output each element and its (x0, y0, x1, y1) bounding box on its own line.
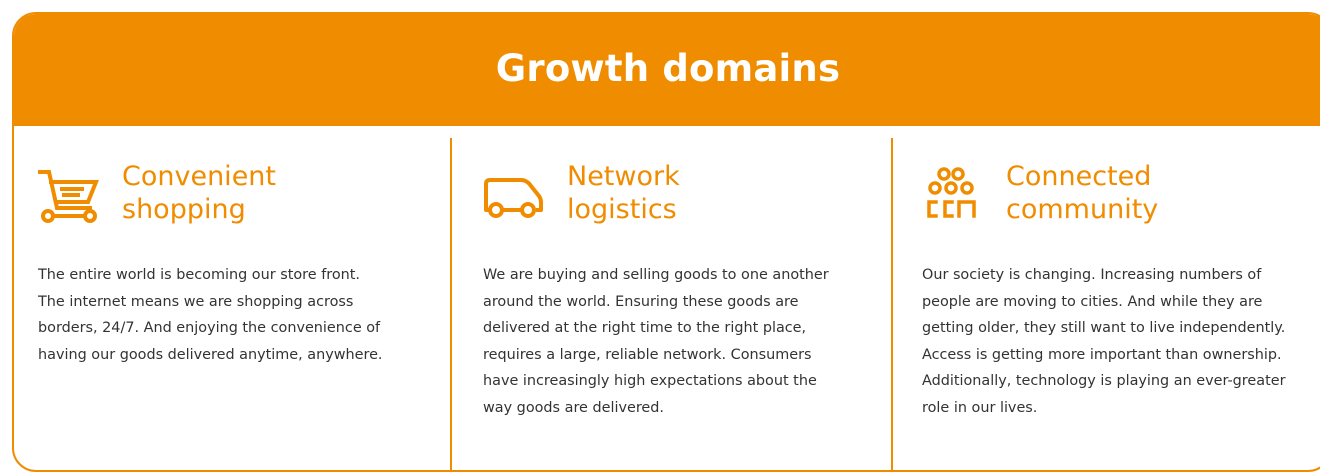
shopping-cart-icon (38, 164, 100, 226)
domain-title: Connected community (1006, 160, 1158, 226)
domain-title: Network logistics (567, 160, 680, 226)
description-line: delivered at the right time to the right… (483, 320, 807, 336)
description-line: Access is getting more important than ow… (922, 346, 1282, 363)
description-line: requires a large, reliable network. Cons… (483, 346, 812, 363)
description-line: The internet means we are shopping acros… (38, 293, 354, 310)
delivery-van-icon (483, 164, 545, 226)
column-divider (891, 138, 893, 470)
domain-column-connected-community: Connected community Our society is chang… (922, 160, 1286, 421)
description-line: way goods are delivered. (483, 399, 664, 416)
domain-title-line: Network (567, 161, 680, 192)
description-line: Additionally, technology is playing an e… (922, 373, 1286, 389)
column-divider (450, 138, 452, 470)
domain-title-line: Convenient (122, 161, 276, 192)
description-line: have increasingly high expectations abou… (483, 373, 817, 389)
domain-title-line: shopping (122, 194, 246, 225)
description-line: people are moving to cities. And while t… (922, 293, 1263, 310)
domain-column-convenient-shopping: Convenient shopping The entire world is … (38, 160, 383, 368)
page-title: Growth domains (495, 46, 841, 90)
domain-title-line: logistics (567, 194, 677, 225)
domain-description: Our society is changing. Increasing numb… (922, 262, 1286, 421)
description-line: The entire world is becoming our store f… (38, 267, 360, 283)
description-line: borders, 24/7. And enjoying the convenie… (38, 320, 381, 336)
domain-description: We are buying and selling goods to one a… (483, 262, 829, 421)
domain-title-line: community (1006, 194, 1159, 225)
description-line: having our goods delivered anytime, anyw… (38, 346, 383, 363)
description-line: We are buying and selling goods to one a… (483, 267, 829, 283)
description-line: getting older, they still want to live i… (922, 320, 1286, 336)
domain-description: The entire world is becoming our store f… (38, 262, 383, 368)
domain-title: Convenient shopping (122, 160, 276, 226)
domain-column-network-logistics: Network logistics We are buying and sell… (483, 160, 829, 421)
header-banner: Growth domains (14, 14, 1320, 126)
description-line: Our society is changing. Increasing numb… (922, 267, 1262, 283)
description-line: role in our lives. (922, 399, 1038, 416)
domain-title-line: Connected (1006, 161, 1152, 192)
description-line: around the world. Ensuring these goods a… (483, 293, 799, 310)
community-people-icon (922, 164, 984, 226)
